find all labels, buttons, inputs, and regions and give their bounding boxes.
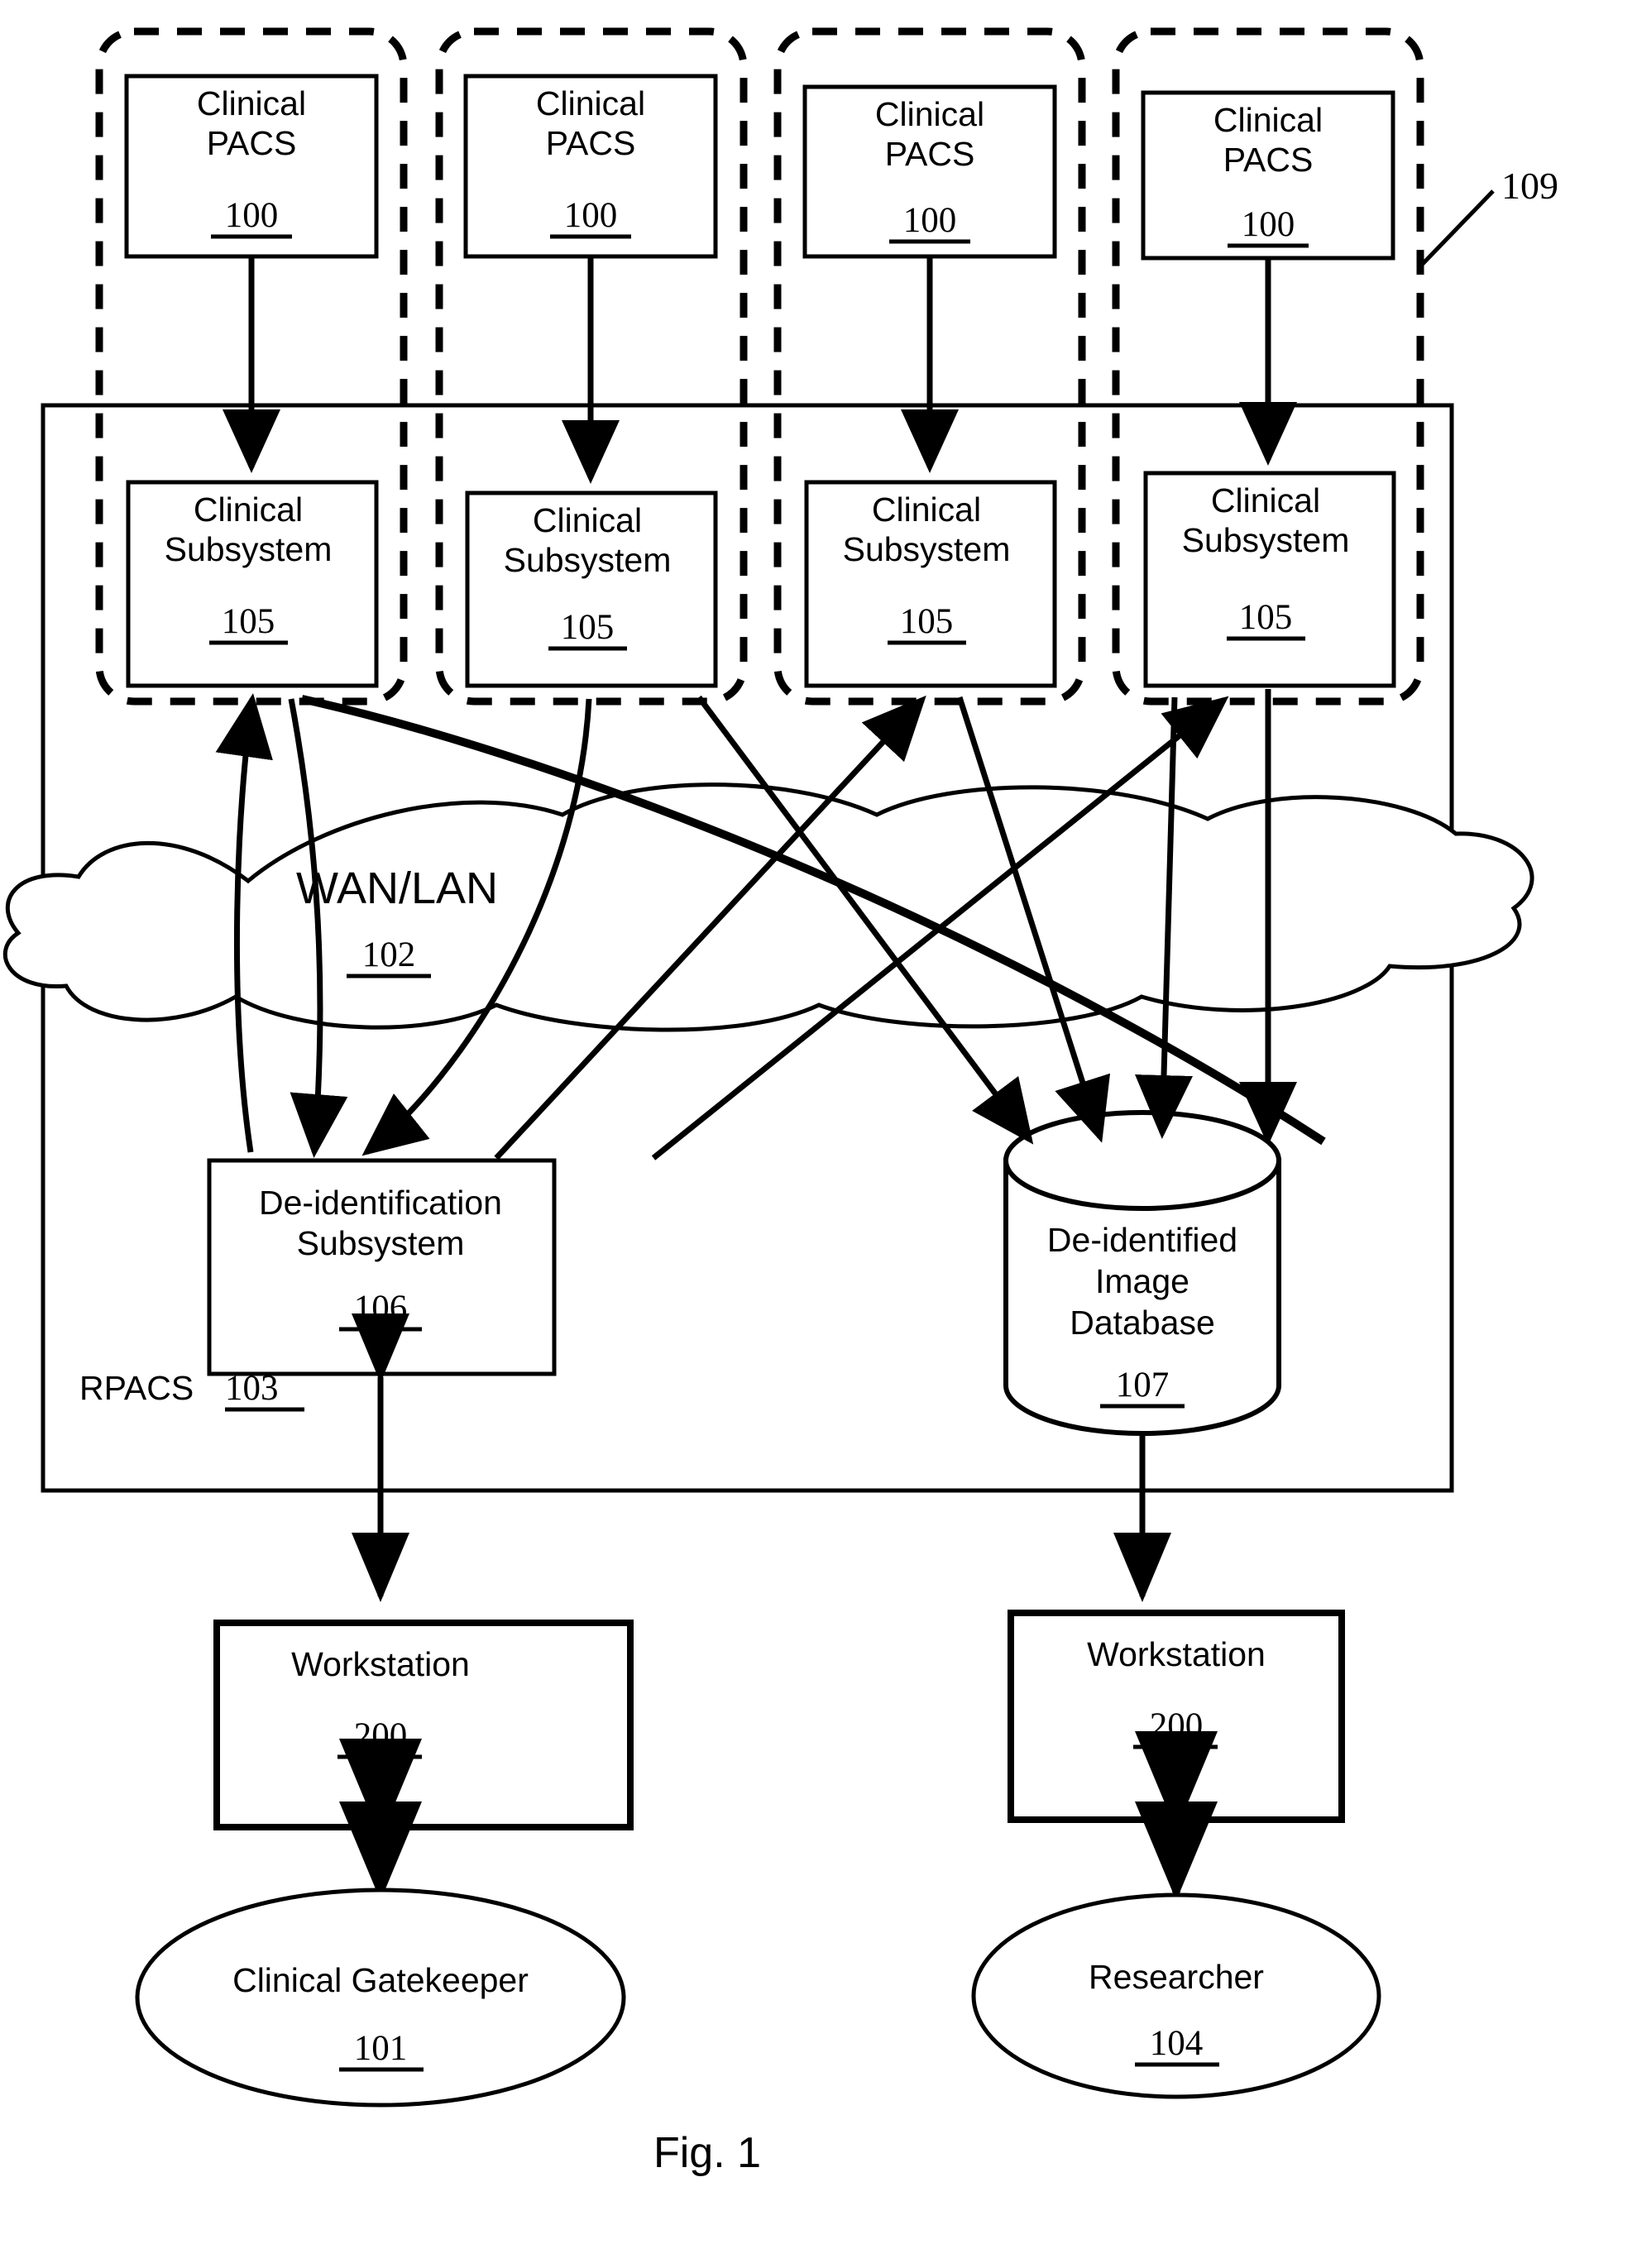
database-ref: 107 — [1116, 1366, 1170, 1404]
workstation-left-label: Workstation — [291, 1645, 470, 1683]
clinical-pacs-node-4[interactable]: Clinical PACS 100 — [1141, 90, 1395, 261]
database-line1: De-identified — [1047, 1221, 1237, 1259]
group-callout-109: 109 — [1419, 165, 1558, 268]
clinical-subsystem-1-line1: Clinical — [194, 490, 303, 529]
patent-figure-1: RPACS 103 109 Clinical PACS 100 Clinical… — [0, 0, 1637, 2268]
figure-caption: Fig. 1 — [653, 2129, 761, 2177]
clinical-pacs-3-line2: PACS — [885, 135, 975, 173]
clinical-subsystem-node-3[interactable]: Clinical Subsystem 105 — [804, 480, 1057, 688]
clinical-pacs-3-line1: Clinical — [875, 95, 984, 133]
researcher-label: Researcher — [1089, 1958, 1264, 1996]
clinical-pacs-2-line1: Clinical — [536, 84, 645, 122]
researcher-ref: 104 — [1150, 2024, 1204, 2063]
workstation-left-ref: 200 — [354, 1716, 408, 1755]
clinical-subsystem-1-ref: 105 — [222, 602, 275, 641]
clinical-subsystem-2-ref: 105 — [561, 608, 615, 647]
clinical-pacs-4-line1: Clinical — [1213, 101, 1323, 139]
workstation-right-node[interactable]: Workstation 200 — [1008, 1610, 1345, 1823]
wan-lan-ref: 102 — [362, 935, 416, 974]
clinical-pacs-1-line2: PACS — [207, 124, 297, 162]
clinical-subsystem-2-line2: Subsystem — [504, 541, 672, 579]
clinical-gatekeeper-ref: 101 — [354, 2029, 408, 2068]
clinical-subsystem-node-2[interactable]: Clinical Subsystem 105 — [465, 490, 718, 688]
clinical-pacs-1-ref: 100 — [225, 196, 279, 235]
clinical-gatekeeper-label: Clinical Gatekeeper — [232, 1961, 529, 1999]
clinical-pacs-4-line2: PACS — [1223, 141, 1314, 179]
database-line3: Database — [1070, 1304, 1215, 1342]
workstation-left-node[interactable]: Workstation 200 — [213, 1620, 634, 1830]
clinical-subsystem-1-line2: Subsystem — [165, 530, 333, 568]
wan-lan-label: WAN/LAN — [296, 864, 498, 913]
deident-ref: 106 — [354, 1289, 408, 1328]
clinical-pacs-2-line2: PACS — [546, 124, 636, 162]
workstation-right-ref: 200 — [1150, 1706, 1204, 1745]
clinical-subsystem-3-line1: Clinical — [872, 490, 981, 529]
clinical-subsystem-node-4[interactable]: Clinical Subsystem 105 — [1143, 471, 1396, 688]
clinical-pacs-1-line1: Clinical — [197, 84, 306, 122]
deident-line2: Subsystem — [297, 1224, 465, 1262]
clinical-gatekeeper-node[interactable]: Clinical Gatekeeper 101 — [135, 1888, 626, 2108]
deidentified-image-database-node[interactable]: De-identified Image Database 107 — [1003, 1110, 1281, 1436]
rpacs-label: RPACS — [79, 1369, 194, 1407]
wan-lan-cloud: WAN/LAN 102 — [2, 782, 1534, 1032]
clinical-pacs-3-ref: 100 — [903, 201, 957, 240]
clinical-pacs-4-ref: 100 — [1242, 205, 1295, 244]
clinical-subsystem-4-ref: 105 — [1239, 598, 1293, 637]
researcher-node[interactable]: Researcher 104 — [971, 1892, 1381, 2099]
deidentification-subsystem-node[interactable]: De-identification Subsystem 106 — [207, 1158, 557, 1376]
clinical-subsystem-3-line2: Subsystem — [843, 530, 1011, 568]
clinical-subsystem-node-1[interactable]: Clinical Subsystem 105 — [126, 480, 379, 688]
deident-line1: De-identification — [259, 1184, 502, 1222]
clinical-subsystem-3-ref: 105 — [900, 602, 954, 641]
database-line2: Image — [1095, 1262, 1189, 1300]
clinical-pacs-node-3[interactable]: Clinical PACS 100 — [802, 84, 1057, 259]
clinical-subsystem-4-line2: Subsystem — [1182, 521, 1350, 559]
clinical-subsystem-2-line1: Clinical — [533, 501, 642, 539]
workstation-right-label: Workstation — [1087, 1635, 1266, 1673]
clinical-subsystem-4-line1: Clinical — [1211, 481, 1320, 519]
callout-109-label: 109 — [1501, 165, 1558, 207]
clinical-pacs-node-1[interactable]: Clinical PACS 100 — [124, 74, 379, 259]
clinical-pacs-node-2[interactable]: Clinical PACS 100 — [463, 74, 718, 259]
clinical-pacs-2-ref: 100 — [564, 196, 618, 235]
